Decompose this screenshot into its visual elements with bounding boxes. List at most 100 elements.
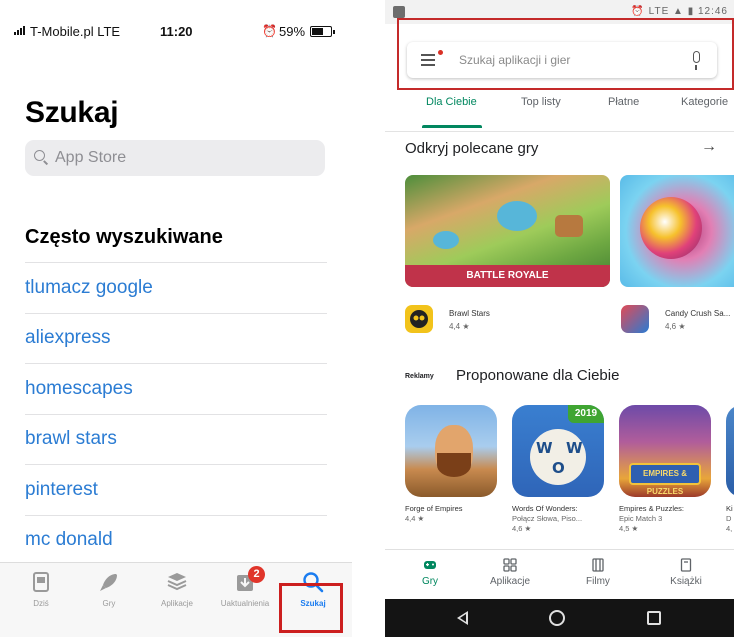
tab-apps[interactable]: Aplikacje xyxy=(144,563,210,627)
empires-puzzles-icon: EMPIRES & PUZZLES xyxy=(619,405,711,497)
battery-icon xyxy=(310,26,335,37)
game-rating: 4,4 ★ xyxy=(449,322,470,331)
recent-apps-icon[interactable] xyxy=(647,611,661,625)
back-icon[interactable] xyxy=(457,611,468,625)
trending-item[interactable]: pinterest xyxy=(25,464,327,515)
app-icon xyxy=(726,405,734,497)
app-subtitle: Połącz Słowa, Piso... xyxy=(512,514,583,523)
app-name: Words Of Wonders: xyxy=(512,504,578,513)
app-rating: 4,4 ★ xyxy=(405,514,425,523)
tab-paid[interactable]: Płatne xyxy=(608,96,639,108)
trending-list: tlumacz google aliexpress homescapes bra… xyxy=(25,262,327,565)
nav-apps[interactable]: Aplikacje xyxy=(475,554,545,587)
ios-status-bar: T-Mobile.pl LTE 11:20 ⏰ 59% xyxy=(0,0,352,64)
tab-label: Dziś xyxy=(33,599,49,608)
book-icon xyxy=(679,558,693,572)
app-subtitle: D xyxy=(726,514,732,523)
nav-movies[interactable]: Filmy xyxy=(563,554,633,587)
search-icon xyxy=(34,150,45,161)
tab-top-charts[interactable]: Top listy xyxy=(521,96,561,108)
app-card-words-of-wonders[interactable]: 2019 W O W Words Of Wonders: Połącz Słow… xyxy=(512,405,610,534)
battery-percent: 59% xyxy=(279,24,306,39)
letter-tile: O xyxy=(552,459,565,477)
page-title: Szukaj xyxy=(25,96,119,129)
nav-label: Książki xyxy=(670,576,702,587)
candy-icon xyxy=(640,197,702,259)
app-rating: 4, xyxy=(726,524,733,533)
play-top-tabs: Dla Ciebie Top listy Płatne Kategorie xyxy=(385,96,734,130)
tab-for-you[interactable]: Dla Ciebie xyxy=(426,96,477,108)
tab-games[interactable]: Gry xyxy=(76,563,142,627)
tab-label: Uaktualnienia xyxy=(220,599,270,608)
status-right: ⏰ LTE ▲ ▮ 12:46 xyxy=(631,6,728,17)
today-icon xyxy=(30,571,52,593)
candy-crush-banner[interactable] xyxy=(620,175,734,287)
active-tab-indicator xyxy=(422,125,482,128)
rocket-icon xyxy=(98,571,120,593)
film-icon xyxy=(591,558,605,572)
featured-section-title: Odkryj polecane gry xyxy=(405,140,539,157)
forge-of-empires-icon xyxy=(405,405,497,497)
app-card-empires-puzzles[interactable]: EMPIRES & PUZZLES Empires & Puzzles: Epi… xyxy=(619,405,717,534)
letter-tile: W xyxy=(536,439,553,457)
empires-logo-plate: EMPIRES & PUZZLES xyxy=(629,463,701,496)
tab-today[interactable]: Dziś xyxy=(8,563,74,627)
nav-label: Filmy xyxy=(586,576,610,587)
play-bottom-nav: Gry Aplikacje Filmy Książki xyxy=(385,549,734,599)
play-search-highlight xyxy=(397,18,734,90)
app-subtitle: Epic Match 3 xyxy=(619,514,663,523)
arrow-right-icon[interactable]: → xyxy=(701,138,717,156)
signal-icon xyxy=(14,26,25,35)
app-rating: 4,6 ★ xyxy=(512,524,532,533)
alarm-icon: ⏰ xyxy=(262,24,277,38)
app-name: Ki xyxy=(726,504,733,513)
tab-label: Gry xyxy=(102,599,116,608)
game-name: Brawl Stars xyxy=(449,309,490,318)
apps-stack-icon xyxy=(166,571,188,593)
gamepad-icon xyxy=(423,558,437,572)
nav-books[interactable]: Książki xyxy=(651,554,721,587)
nav-label: Gry xyxy=(421,576,439,587)
updates-badge: 2 xyxy=(248,566,265,583)
game-rating: 4,6 ★ xyxy=(665,322,686,331)
google-play-screen: ⏰ LTE ▲ ▮ 12:46 Szukaj aplikacji i gier … xyxy=(385,0,734,637)
search-tab-highlight xyxy=(279,583,343,633)
nav-label: Aplikacje xyxy=(489,576,531,587)
divider xyxy=(385,131,734,132)
search-placeholder: App Store xyxy=(55,149,127,166)
app-name: Empires & Puzzles: xyxy=(619,504,685,513)
trending-item[interactable]: homescapes xyxy=(25,363,327,414)
app-rating: 4,5 ★ xyxy=(619,524,639,533)
trending-section-title: Często wyszukiwane xyxy=(25,226,223,248)
year-badge: 2019 xyxy=(568,405,604,423)
nav-games[interactable]: Gry xyxy=(395,554,465,587)
apps-grid-icon xyxy=(503,558,517,572)
ads-label: Reklamy xyxy=(405,373,434,380)
app-name: Forge of Empires xyxy=(405,504,463,513)
letter-tile: W xyxy=(566,439,583,457)
trending-item[interactable]: brawl stars xyxy=(25,413,327,465)
game-name: Candy Crush Sa... xyxy=(665,309,731,318)
app-store-search-input[interactable]: App Store xyxy=(25,140,325,176)
status-time: 11:20 xyxy=(160,24,193,39)
home-icon[interactable] xyxy=(549,610,565,626)
trending-item[interactable]: mc donald xyxy=(25,514,327,566)
app-card-partial[interactable]: Ki D 4, xyxy=(726,405,734,534)
trending-item[interactable]: tlumacz google xyxy=(25,262,327,313)
ios-app-store-screen: T-Mobile.pl LTE 11:20 ⏰ 59% Szukaj App S… xyxy=(0,0,352,637)
candy-crush-icon xyxy=(621,305,649,333)
banner-caption: BATTLE ROYALE xyxy=(405,265,610,287)
words-of-wonders-icon: 2019 W O W xyxy=(512,405,604,497)
notification-icon xyxy=(393,6,405,18)
suggested-section-title: Proponowane dla Ciebie xyxy=(456,367,620,384)
android-system-nav xyxy=(385,599,734,637)
tab-updates[interactable]: 2 Uaktualnienia xyxy=(212,563,278,627)
carrier-label: T-Mobile.pl LTE xyxy=(30,24,121,39)
updates-icon: 2 xyxy=(234,566,265,593)
tab-label: Aplikacje xyxy=(160,599,193,608)
tab-categories[interactable]: Kategorie xyxy=(681,96,728,108)
trending-item[interactable]: aliexpress xyxy=(25,312,327,364)
app-card-forge-of-empires[interactable]: Forge of Empires 4,4 ★ xyxy=(405,405,503,524)
brawl-stars-icon xyxy=(405,305,433,333)
brawl-stars-banner[interactable]: BATTLE ROYALE xyxy=(405,175,610,287)
